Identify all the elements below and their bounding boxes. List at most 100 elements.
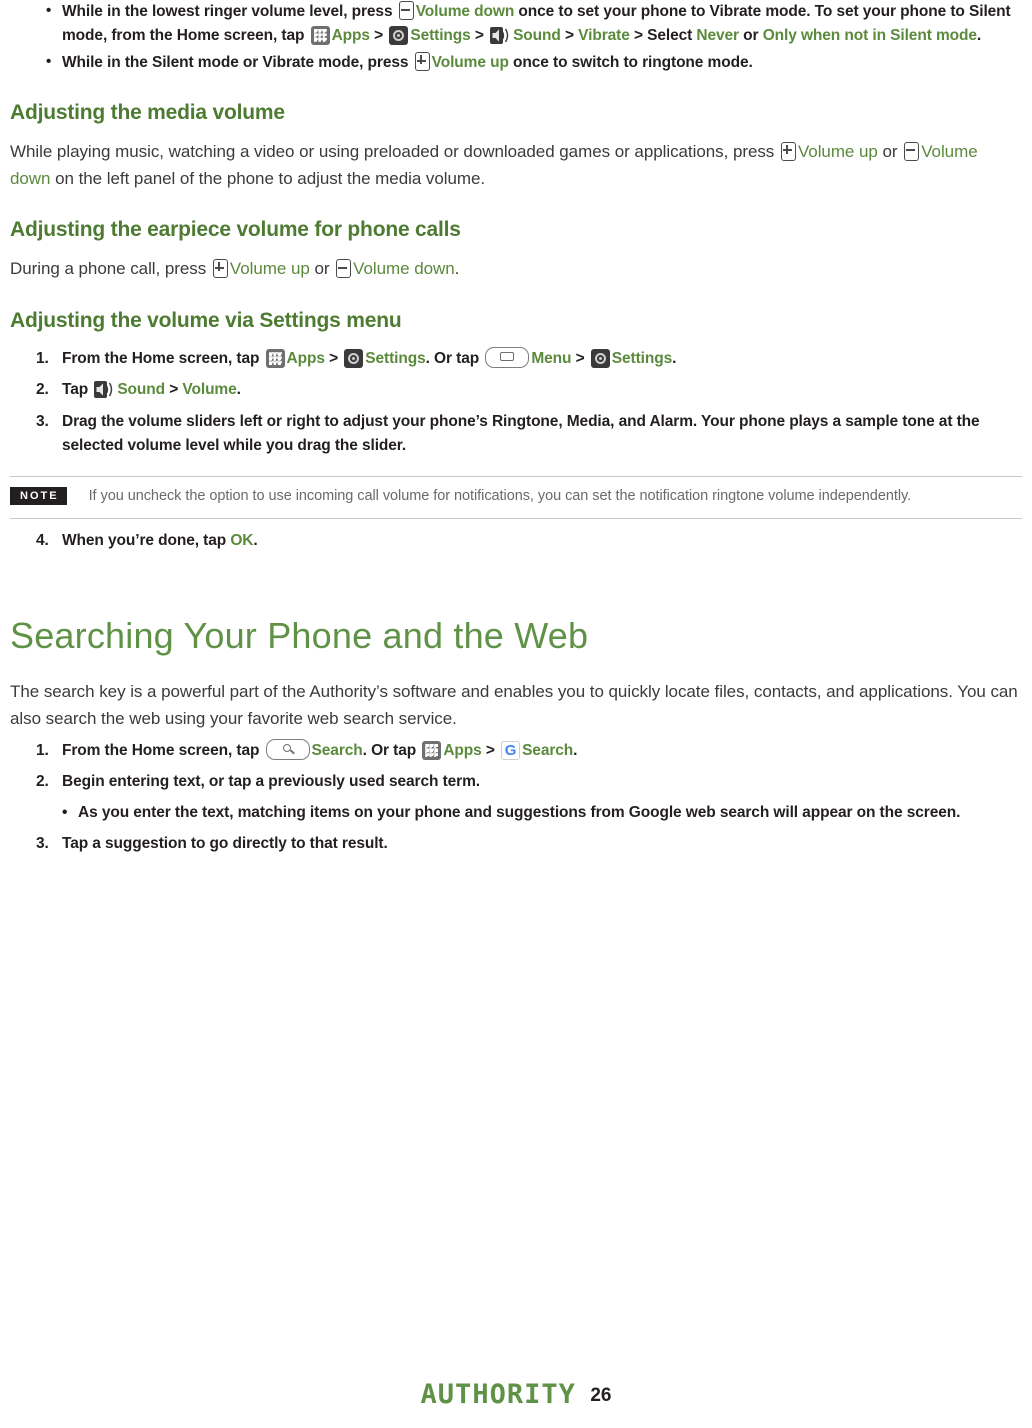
search-intro-paragraph: The search key is a powerful part of the… (10, 682, 1018, 728)
apps-grid-cell (435, 748, 438, 752)
apps-grid-cell (278, 352, 282, 356)
earpiece-volume-paragraph: During a phone call, press Volume up or … (10, 259, 460, 279)
apps-grid-cell (273, 357, 277, 361)
search-last-step: 3. Tap a suggestion to go directly to th… (10, 832, 1022, 856)
ui-term: Volume up (431, 54, 509, 72)
step-number: 1. (36, 350, 49, 368)
ui-term: Apps (286, 350, 325, 368)
apps-grid-cell (323, 29, 327, 32)
apps-grid-cell (323, 38, 327, 42)
list-item: 1. From the Home screen, tap Search. Or … (10, 738, 1022, 763)
step-number: 2. (36, 381, 49, 399)
google-g-glyph: G (504, 741, 517, 759)
apps-grid-cell (269, 357, 272, 361)
apps-grid-cell (273, 352, 277, 356)
settings-volume-final-step: 4. When you’re done, tap OK. (10, 529, 1022, 553)
note-box: NOTE If you uncheck the option to use in… (10, 475, 1022, 519)
list-item: 2. Begin entering text, or tap a previou… (10, 770, 1022, 794)
list-item: 2. Tap Sound > Volume. (10, 378, 1022, 402)
list-item: While in the lowest ringer volume level,… (10, 0, 1022, 47)
apps-grid-cell (269, 361, 272, 365)
ui-term: Volume down (415, 3, 515, 20)
page-footer: AUTHORITY 26 (0, 1379, 1032, 1410)
ui-term: Sound (117, 381, 166, 399)
list-item: 1. From the Home screen, tap Apps > Sett… (10, 347, 1022, 371)
settings-volume-steps: 1. From the Home screen, tap Apps > Sett… (10, 347, 1022, 458)
volume-down-key-icon (398, 1, 414, 20)
section-heading-earpiece-volume: Adjusting the earpiece volume for phone … (10, 218, 461, 242)
sound-icon (94, 381, 115, 399)
list-item: 4. When you’re done, tap OK. (10, 529, 1022, 553)
ui-term: Only when not in Silent mode (762, 26, 977, 44)
volume-up-key-icon (414, 52, 430, 72)
settings-icon (590, 349, 610, 369)
ui-term: Menu (531, 350, 572, 368)
section-heading-settings-volume: Adjusting the volume via Settings menu (10, 309, 402, 333)
apps-icon (422, 740, 442, 760)
step-number: 2. (36, 772, 49, 790)
apps-grid-cell (273, 361, 277, 365)
step-number: 4. (36, 531, 49, 549)
ui-term: Settings (410, 26, 471, 44)
ui-term: Sound (513, 26, 561, 44)
sound-icon (490, 26, 511, 44)
ui-term: OK (230, 531, 254, 549)
note-text: If you uncheck the option to use incomin… (88, 487, 912, 504)
page-number: 26 (590, 1385, 612, 1406)
manual-page: While in the lowest ringer volume level,… (0, 0, 1032, 1428)
note-badge: NOTE (10, 486, 67, 505)
apps-grid-cell (425, 744, 429, 748)
ui-term: Volume (182, 381, 237, 399)
menu-key-icon (485, 347, 530, 369)
apps-grid-cell (314, 29, 317, 32)
apps-grid-cell (314, 38, 317, 42)
volume-up-key-icon (780, 141, 796, 161)
apps-grid-cell (430, 744, 434, 748)
search-key-icon (265, 738, 310, 760)
list-item: 3. Drag the volume sliders left or right… (10, 410, 1022, 458)
apps-icon (310, 25, 330, 45)
step-text: Drag the volume sliders left or right to… (62, 412, 980, 454)
apps-grid-cell (318, 29, 322, 32)
search-substep: As you enter the text, matching items on… (10, 801, 1022, 825)
apps-grid-cell (318, 33, 322, 37)
step-text: Begin entering text, or tap a previously… (62, 772, 480, 790)
step-number: 3. (36, 412, 49, 430)
ui-term: Volume up (229, 259, 310, 279)
ui-term: Settings (611, 350, 673, 368)
step-text: Tap a suggestion to go directly to that … (62, 835, 388, 853)
step-text: From the Home screen, tap Apps > Setting… (62, 347, 676, 369)
ui-term: Search (311, 741, 363, 759)
volume-down-key-icon (336, 259, 352, 279)
apps-grid-cell (323, 33, 327, 37)
brand-logo: AUTHORITY (420, 1379, 576, 1410)
apps-grid-cell (278, 357, 282, 361)
step-number: 1. (36, 741, 49, 759)
ui-term: Volume up (797, 141, 878, 161)
list-item: While in the Silent mode or Vibrate mode… (10, 51, 1022, 75)
apps-grid-cell (435, 753, 438, 757)
ui-term: Volume down (353, 259, 455, 279)
section-heading-media-volume: Adjusting the media volume (10, 100, 285, 124)
step-text: When you’re done, tap OK. (62, 531, 258, 549)
volume-up-key-icon (212, 259, 228, 279)
step-text: Tap Sound > Volume. (62, 381, 241, 399)
ui-term: Apps (443, 741, 482, 759)
ui-term: Apps (331, 26, 370, 44)
page-title: Searching Your Phone and the Web (10, 615, 589, 657)
ui-term: Settings (365, 350, 426, 368)
volume-down-key-icon (904, 141, 920, 161)
search-steps: 1. From the Home screen, tap Search. Or … (10, 738, 1022, 794)
apps-grid-cell (318, 38, 322, 42)
apps-grid-cell (425, 753, 429, 757)
apps-grid-cell (269, 352, 272, 356)
ui-term: Never (696, 26, 739, 44)
apps-grid-cell (435, 744, 438, 748)
ringer-mode-bullets: While in the lowest ringer volume level,… (10, 0, 1022, 75)
apps-grid-cell (430, 753, 434, 757)
step-text: From the Home screen, tap Search. Or tap… (62, 738, 577, 760)
apps-grid-cell (314, 33, 317, 37)
apps-grid-cell (430, 748, 434, 752)
list-item: 3. Tap a suggestion to go directly to th… (10, 832, 1022, 856)
settings-icon (344, 349, 364, 369)
